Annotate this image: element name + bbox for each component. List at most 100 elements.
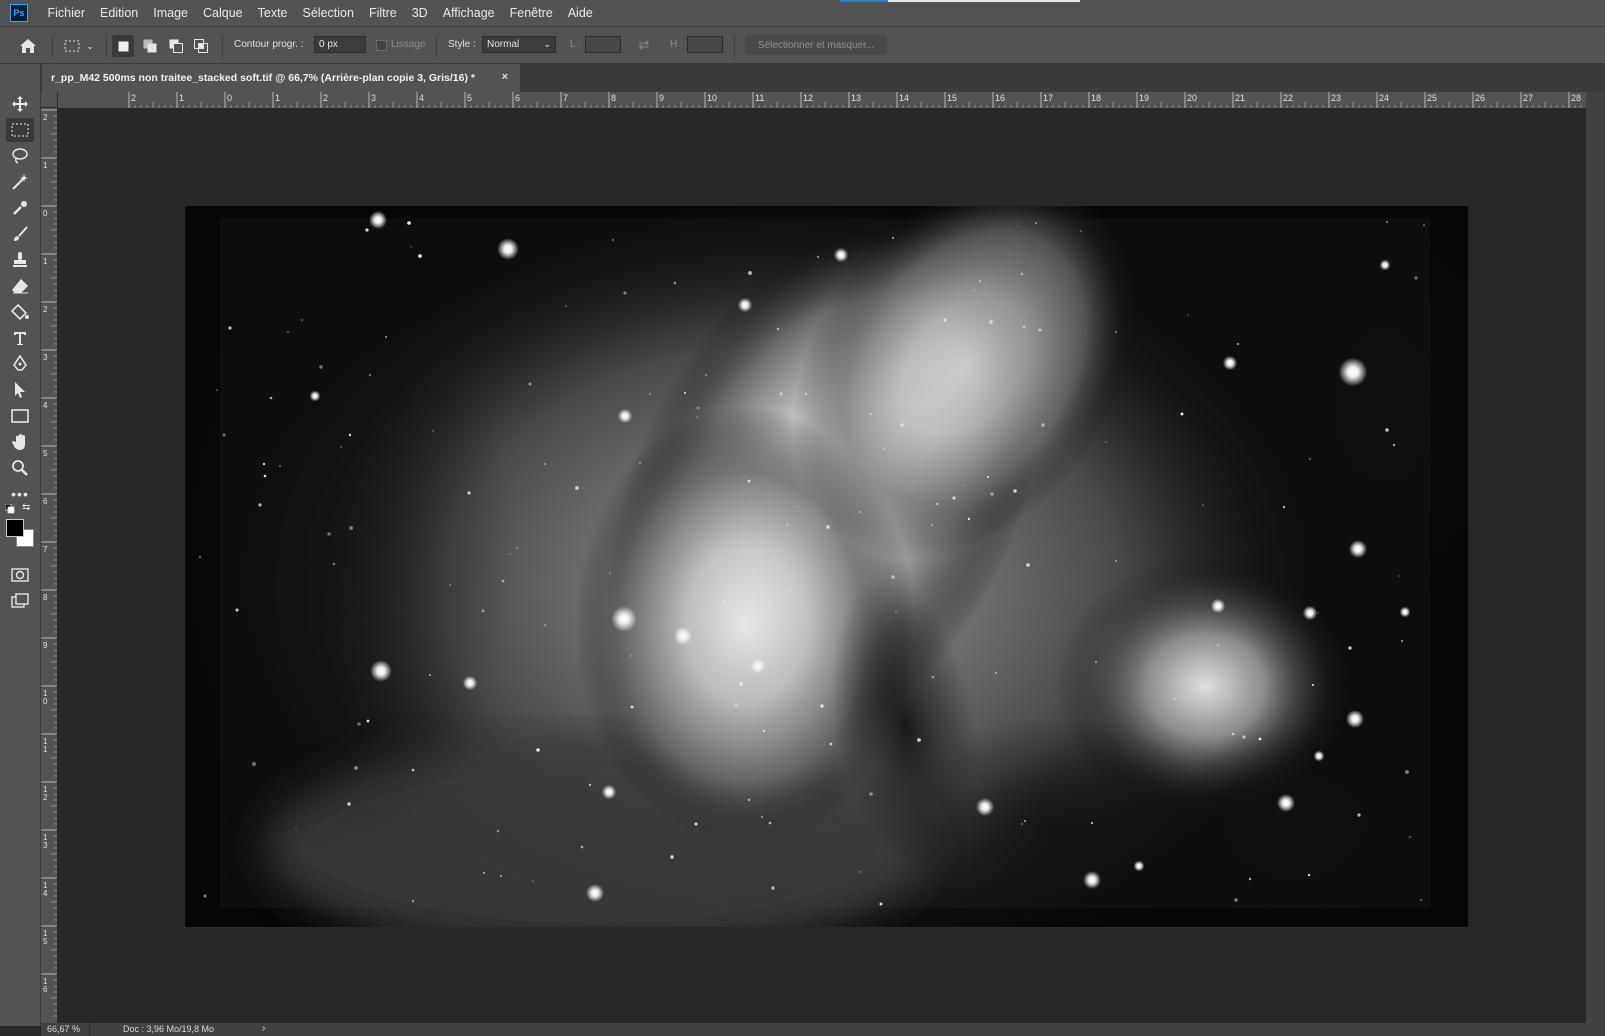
ruler-label: 6 (515, 93, 520, 103)
zoom-level[interactable]: 66,67 % (47, 1024, 80, 1034)
ruler-label: 28 (1571, 93, 1581, 103)
menu-affichage[interactable]: Affichage (435, 0, 502, 26)
lasso-tool[interactable] (6, 144, 34, 168)
ruler-label: 8 (43, 593, 48, 602)
menu-texte[interactable]: Texte (250, 0, 295, 26)
foreground-color-swatch[interactable] (6, 519, 24, 537)
move-icon (12, 96, 28, 112)
new-selection-icon (118, 41, 128, 51)
ruler-label: 2 (131, 93, 136, 103)
stamp-tool[interactable] (6, 248, 34, 272)
menu-calque[interactable]: Calque (196, 0, 251, 26)
ruler-label: 9 (659, 93, 664, 103)
menu-filtre[interactable]: Filtre (361, 0, 404, 26)
document-tab[interactable]: r_pp_M42 500ms non traitee_stacked soft.… (42, 64, 520, 92)
antialias-checkbox[interactable] (376, 40, 387, 51)
ruler-label: 7 (563, 93, 568, 103)
subtract-selection-button[interactable] (165, 35, 187, 57)
arrow-cursor-icon (15, 382, 25, 398)
ruler-label: 12 (803, 93, 813, 103)
menu-image[interactable]: Image (146, 0, 196, 26)
close-icon[interactable]: × (502, 71, 508, 83)
menu-3d[interactable]: 3D (404, 0, 435, 26)
ruler-label: 7 (43, 545, 48, 554)
path-select-tool[interactable] (6, 378, 34, 402)
screen-mode-button[interactable] (6, 589, 34, 613)
hand-icon (12, 434, 25, 450)
vertical-ruler[interactable]: 21012345678910111213141516 (41, 108, 58, 1023)
menu-fichier[interactable]: Fichier (40, 0, 93, 26)
home-button[interactable] (16, 35, 40, 57)
marquee-tool[interactable] (6, 118, 34, 142)
vertical-scrollbar[interactable] (1586, 92, 1605, 1026)
brush-tool[interactable] (6, 222, 34, 246)
swap-icon: ⇄ (638, 37, 650, 52)
pen-icon (13, 355, 27, 371)
ruler-label: 4 (419, 93, 424, 103)
move-tool[interactable] (6, 92, 34, 116)
ruler-label: 5 (467, 93, 472, 103)
rectangle-icon (11, 409, 29, 423)
quick-mask-icon (11, 568, 29, 582)
menu-aide[interactable]: Aide (560, 0, 600, 26)
status-menu-arrow[interactable]: › (262, 1023, 265, 1034)
ruler-label: 3 (43, 353, 48, 362)
style-select-value: Normal (487, 39, 520, 50)
marquee-preset-picker[interactable]: ⌄ (60, 36, 98, 56)
ruler-label: 2 (43, 305, 48, 314)
width-input[interactable] (585, 36, 621, 53)
ruler-label: 21 (1235, 93, 1245, 103)
document-image[interactable] (185, 206, 1468, 927)
ruler-label: 3 (371, 93, 376, 103)
new-selection-button[interactable] (112, 35, 134, 57)
ruler-label: 2 (323, 93, 328, 103)
ruler-label: 1 (179, 93, 184, 103)
zoom-tool[interactable] (6, 456, 34, 480)
type-tool[interactable] (6, 326, 34, 350)
ruler-label: 13 (851, 93, 861, 103)
ruler-label: 24 (1379, 93, 1389, 103)
swap-dimensions-button[interactable]: ⇄ (634, 36, 654, 54)
menu-fenetre[interactable]: Fenêtre (502, 0, 560, 26)
document-tab-bar: ›› r_pp_M42 500ms non traitee_stacked so… (0, 64, 1605, 92)
ruler-label: 4 (43, 401, 48, 410)
quick-mask-button[interactable] (6, 563, 34, 587)
color-swatch-controls: ⇆ (5, 502, 35, 516)
ruler-label: 25 (1427, 93, 1437, 103)
ruler-label: 0 (43, 697, 48, 706)
menu-bar: Ps Fichier Edition Image Calque Texte Sé… (0, 0, 1605, 27)
magic-wand-icon (12, 174, 28, 190)
ruler-label: 16 (995, 93, 1005, 103)
intersect-selection-icon (194, 39, 208, 53)
add-selection-button[interactable] (139, 35, 161, 57)
select-and-mask-button[interactable]: Sélectionner et masquer... (745, 35, 887, 55)
screen-mode-icon (11, 593, 29, 608)
pen-tool[interactable] (6, 352, 34, 376)
eraser-tool[interactable] (6, 274, 34, 298)
brush-icon (14, 226, 28, 241)
document-size-info: Doc : 3,96 Mo/19,8 Mo (123, 1024, 215, 1034)
ruler-label: 9 (43, 641, 48, 650)
intersect-selection-button[interactable] (190, 35, 212, 57)
ruler-label: 4 (43, 889, 48, 898)
eyedropper-tool[interactable] (6, 196, 34, 220)
magic-wand-tool[interactable] (6, 170, 34, 194)
ruler-label: 15 (947, 93, 957, 103)
home-icon (20, 39, 36, 53)
style-select[interactable]: Normal ⌄ (482, 36, 556, 53)
feather-input[interactable]: 0 px (314, 36, 366, 53)
ruler-origin[interactable] (41, 92, 58, 108)
hand-tool[interactable] (6, 430, 34, 454)
ruler-label: 2 (43, 793, 48, 802)
paint-bucket-tool[interactable] (6, 300, 34, 324)
swap-colors-icon[interactable]: ⇆ (22, 502, 30, 513)
menu-edition[interactable]: Edition (93, 0, 146, 26)
ruler-label: 6 (43, 985, 48, 994)
menu-selection[interactable]: Sélection (295, 0, 361, 26)
horizontal-ruler[interactable]: 2 1 0 1 2 3 4 5 6 7 8 9 10 11 12 13 14 15 16 17 18 19 20 21 22 23… (58, 92, 1600, 109)
height-input[interactable] (687, 36, 723, 53)
status-bar: 66,67 % Doc : 3,96 Mo/19,8 Mo › (41, 1023, 1605, 1036)
ruler-label: 3 (43, 841, 48, 850)
rectangle-tool[interactable] (6, 404, 34, 428)
default-colors-icon[interactable] (5, 504, 15, 514)
